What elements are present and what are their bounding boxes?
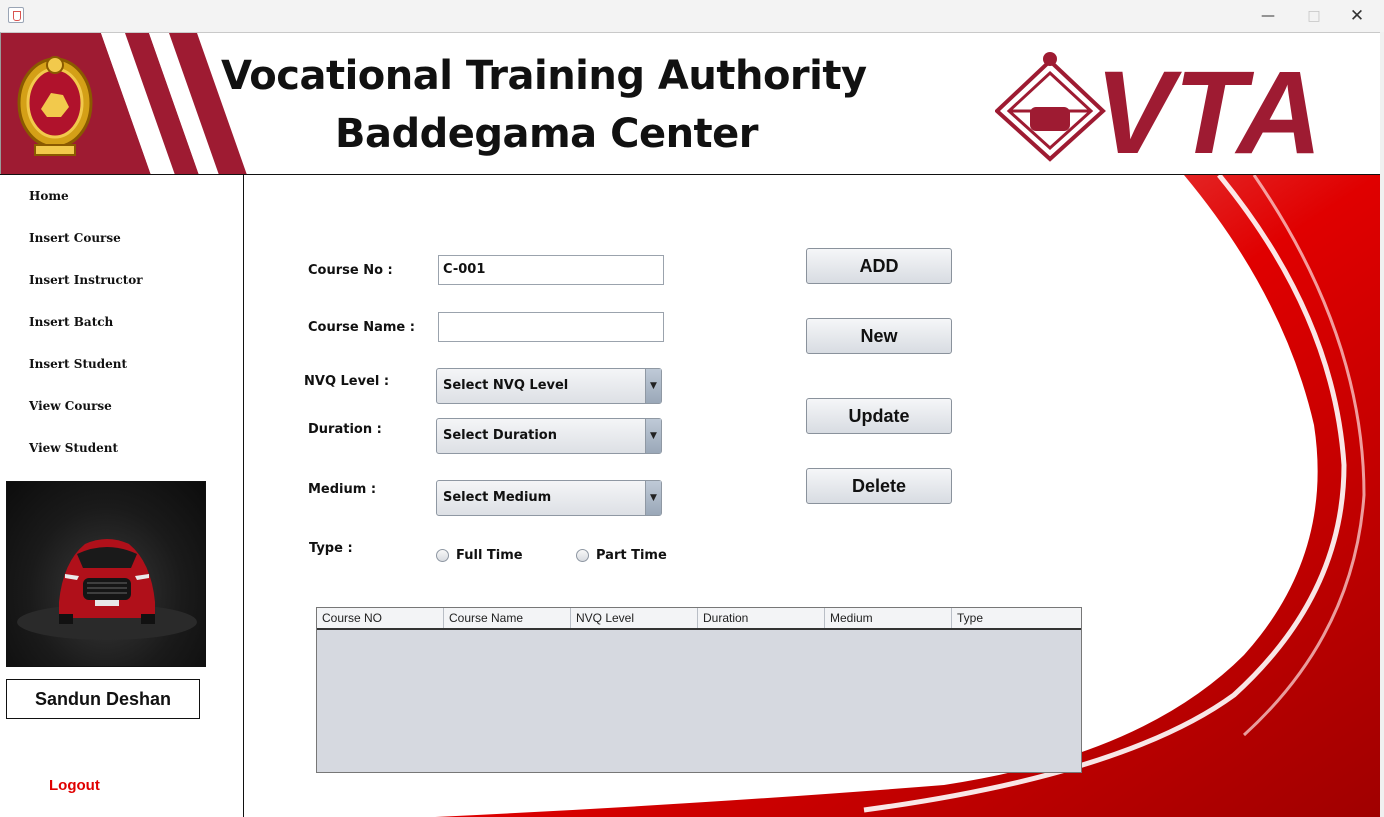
nvq-level-label: NVQ Level : <box>304 374 390 389</box>
java-app-icon <box>8 7 24 23</box>
chevron-down-icon: ▼ <box>645 369 661 403</box>
nvq-level-select[interactable]: Select NVQ Level ▼ <box>436 368 662 404</box>
new-button[interactable]: New <box>806 318 952 354</box>
add-button[interactable]: ADD <box>806 248 952 284</box>
close-button[interactable]: ✕ <box>1334 0 1380 32</box>
sidebar-item-insert-student[interactable]: Insert Student <box>29 357 127 371</box>
sidebar-item-home[interactable]: Home <box>29 189 69 203</box>
type-label: Type : <box>309 541 353 556</box>
update-button[interactable]: Update <box>806 398 952 434</box>
title-bar: — □ ✕ <box>0 0 1384 32</box>
column-header-course-name[interactable]: Course Name <box>444 608 571 628</box>
column-header-nvq-level[interactable]: NVQ Level <box>571 608 698 628</box>
nvq-level-select-value: Select NVQ Level <box>443 378 569 393</box>
column-header-medium[interactable]: Medium <box>825 608 952 628</box>
minimize-button[interactable]: — <box>1245 0 1291 32</box>
radio-circle[interactable] <box>576 549 589 562</box>
page-title-line-1: Vocational Training Authority <box>221 53 867 99</box>
duration-select-value: Select Duration <box>443 428 557 443</box>
course-no-field[interactable]: C-001 <box>438 255 664 285</box>
page-title-line-2: Baddegama Center <box>335 111 759 157</box>
table-header: Course NO Course Name NVQ Level Duration… <box>317 608 1081 630</box>
vta-logo-text: VTA <box>1095 51 1322 163</box>
course-no-label: Course No : <box>308 263 393 278</box>
sidebar: Home Insert Course Insert Instructor Ins… <box>0 174 244 817</box>
radio-circle[interactable] <box>436 549 449 562</box>
profile-picture <box>6 481 206 667</box>
car-image <box>17 539 197 640</box>
sidebar-item-view-student[interactable]: View Student <box>29 441 118 455</box>
delete-button[interactable]: Delete <box>806 468 952 504</box>
course-name-field[interactable] <box>438 312 664 342</box>
medium-label: Medium : <box>308 482 377 497</box>
main-panel: Course No : C-001 Course Name : NVQ Leve… <box>244 174 1380 817</box>
logout-link[interactable]: Logout <box>49 777 100 794</box>
user-name-label: Sandun Deshan <box>6 679 200 719</box>
part-time-radio[interactable]: Part Time <box>576 548 667 563</box>
app-window: — □ ✕ Vocational Training Authority Badd… <box>0 0 1384 817</box>
sri-lanka-emblem-icon <box>17 56 93 156</box>
duration-label: Duration : <box>308 422 382 437</box>
full-time-radio[interactable]: Full Time <box>436 548 523 563</box>
maximize-button[interactable]: □ <box>1291 0 1337 32</box>
sidebar-item-insert-batch[interactable]: Insert Batch <box>29 315 113 329</box>
header-banner: Vocational Training Authority Baddegama … <box>0 32 1380 174</box>
vta-logo-icon: VTA <box>995 51 1322 163</box>
column-header-course-no[interactable]: Course NO <box>317 608 444 628</box>
chevron-down-icon: ▼ <box>645 481 661 515</box>
course-name-label: Course Name : <box>308 320 415 335</box>
sidebar-item-insert-course[interactable]: Insert Course <box>29 231 121 245</box>
chevron-down-icon: ▼ <box>645 419 661 453</box>
column-header-duration[interactable]: Duration <box>698 608 825 628</box>
sidebar-item-insert-instructor[interactable]: Insert Instructor <box>29 273 143 287</box>
medium-select-value: Select Medium <box>443 490 552 505</box>
sidebar-item-view-course[interactable]: View Course <box>29 399 112 413</box>
part-time-radio-label: Part Time <box>596 548 667 563</box>
column-header-type[interactable]: Type <box>952 608 1081 628</box>
course-table[interactable]: Course NO Course Name NVQ Level Duration… <box>316 607 1082 773</box>
full-time-radio-label: Full Time <box>456 548 523 563</box>
medium-select[interactable]: Select Medium ▼ <box>436 480 662 516</box>
duration-select[interactable]: Select Duration ▼ <box>436 418 662 454</box>
